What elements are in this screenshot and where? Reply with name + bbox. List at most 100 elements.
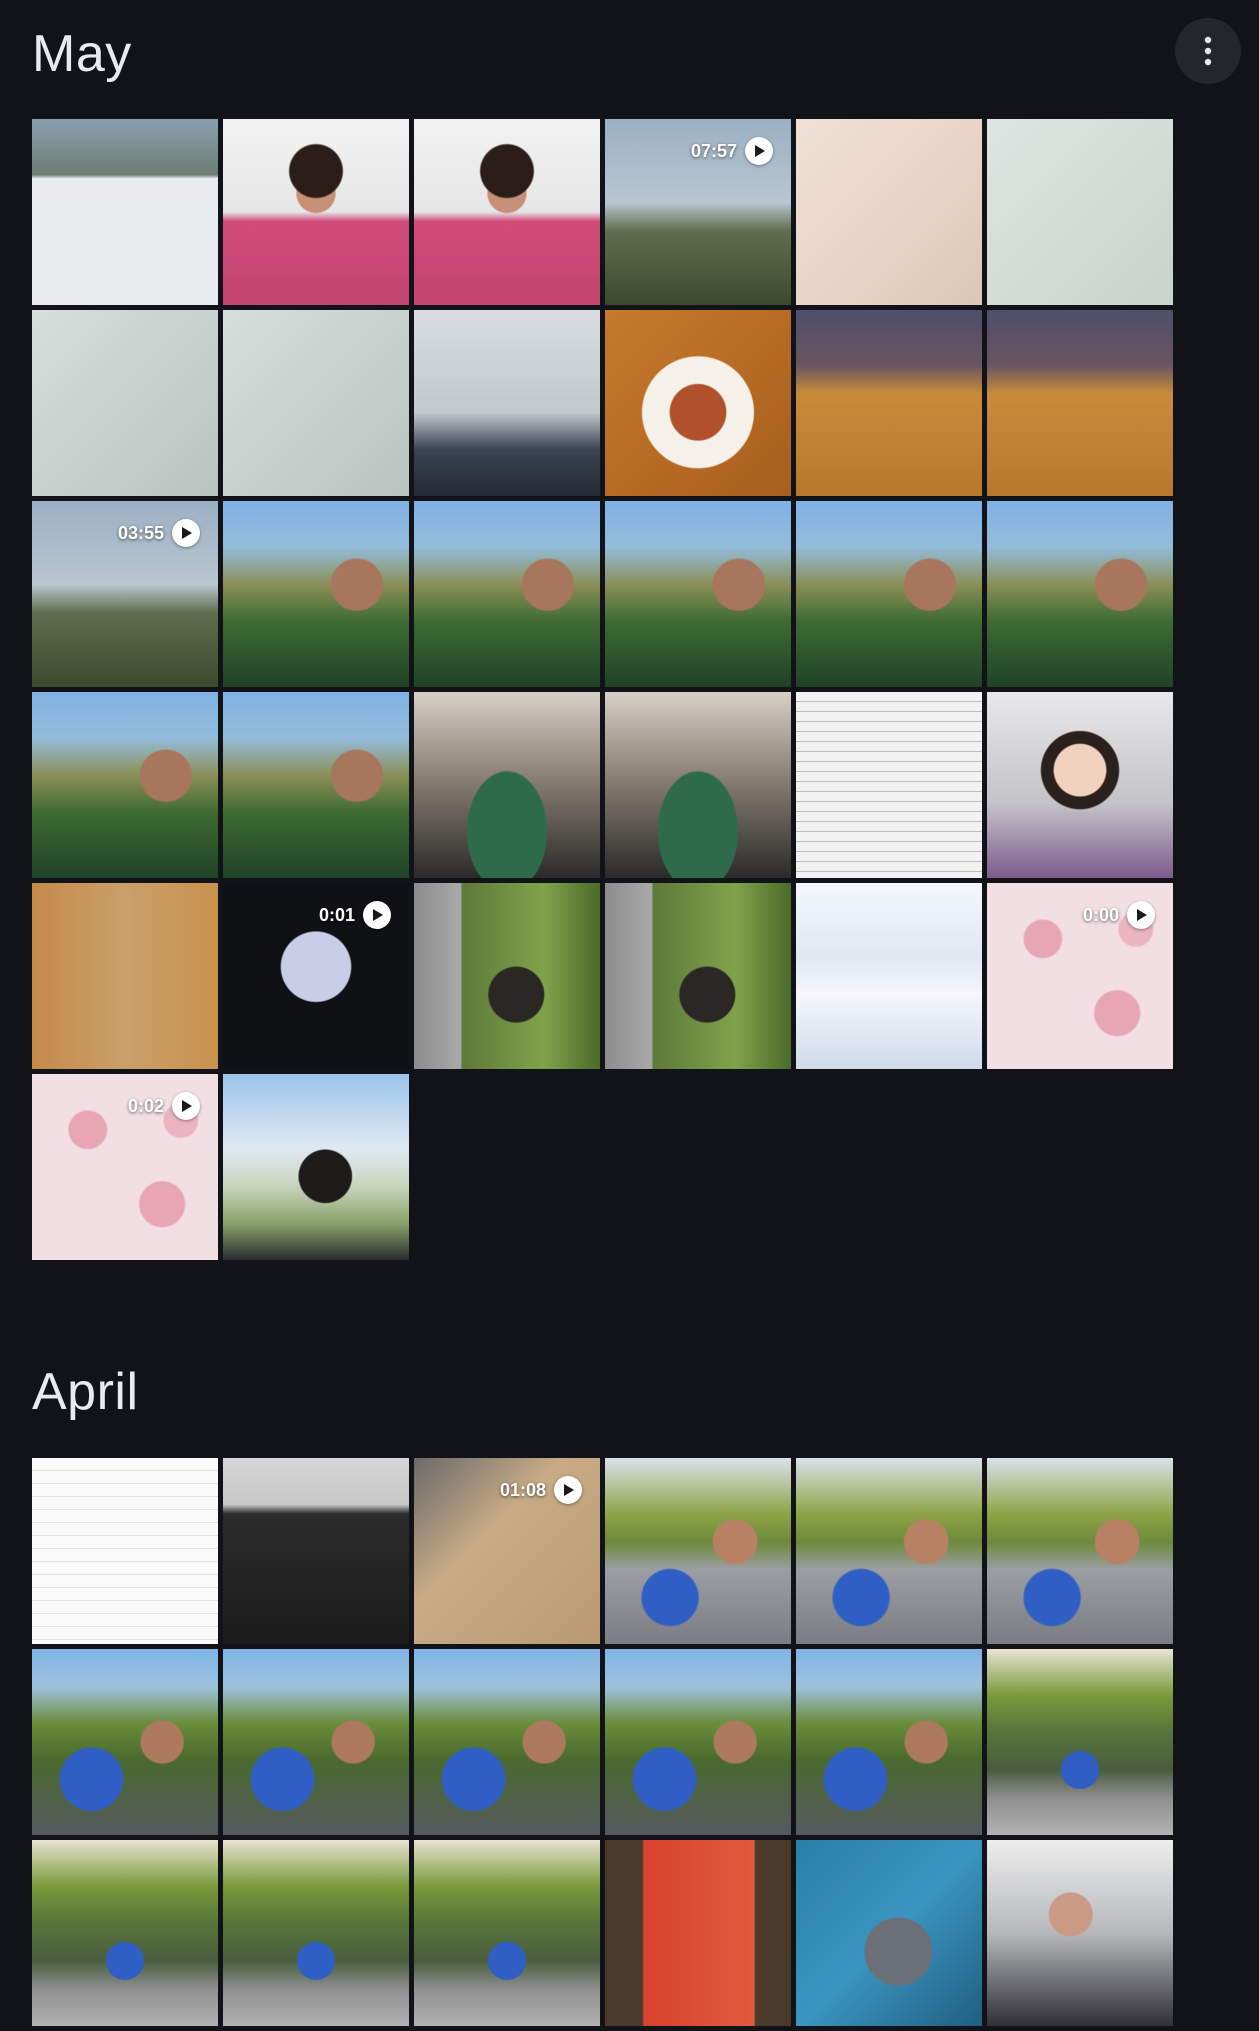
section-title-april: April — [32, 1363, 139, 1421]
video-badge: 0:02 — [128, 1092, 200, 1120]
photo-thumbnail[interactable] — [796, 310, 982, 496]
thumbnail-image — [414, 310, 600, 496]
play-icon — [172, 1092, 200, 1120]
thumbnail-image — [796, 1458, 982, 1644]
photo-thumbnail[interactable] — [796, 501, 982, 687]
thumbnail-image — [605, 1840, 791, 2026]
thumbnail-image — [223, 1458, 409, 1644]
photo-thumbnail[interactable] — [987, 1840, 1173, 2026]
photo-thumbnail[interactable] — [223, 1649, 409, 1835]
photo-thumbnail[interactable] — [223, 501, 409, 687]
thumbnail-image — [796, 692, 982, 878]
thumbnail-image — [605, 692, 791, 878]
thumbnail-image — [796, 883, 982, 1069]
thumbnail-image — [414, 883, 600, 1069]
photo-thumbnail[interactable] — [796, 1649, 982, 1835]
thumbnail-image — [32, 1458, 218, 1644]
thumbnail-image — [414, 692, 600, 878]
photo-thumbnail[interactable] — [414, 1649, 600, 1835]
thumbnail-image — [414, 501, 600, 687]
photo-thumbnail[interactable] — [987, 1649, 1173, 1835]
photo-thumbnail[interactable] — [605, 1649, 791, 1835]
photo-thumbnail[interactable] — [605, 1458, 791, 1644]
photo-thumbnail[interactable] — [796, 119, 982, 305]
photo-thumbnail[interactable] — [223, 119, 409, 305]
thumbnail-image — [796, 310, 982, 496]
thumbnail-image — [223, 119, 409, 305]
thumbnail-image — [414, 1840, 600, 2026]
video-thumbnail[interactable]: 0:01 — [223, 883, 409, 1069]
video-badge: 07:57 — [691, 137, 773, 165]
thumbnail-image — [32, 692, 218, 878]
photo-thumbnail[interactable] — [32, 1458, 218, 1644]
thumbnail-image — [796, 1649, 982, 1835]
photo-thumbnail[interactable] — [32, 1840, 218, 2026]
photo-thumbnail[interactable] — [32, 692, 218, 878]
thumbnail-image — [987, 310, 1173, 496]
photo-thumbnail[interactable] — [414, 119, 600, 305]
photo-thumbnail[interactable] — [796, 1840, 982, 2026]
photo-thumbnail[interactable] — [605, 883, 791, 1069]
photo-grid-april: 01:08 — [32, 1458, 1173, 2026]
video-duration: 0:00 — [1082, 904, 1119, 925]
thumbnail-image — [32, 883, 218, 1069]
photo-thumbnail[interactable] — [796, 883, 982, 1069]
photo-thumbnail[interactable] — [987, 119, 1173, 305]
photo-thumbnail[interactable] — [223, 692, 409, 878]
photo-thumbnail[interactable] — [414, 310, 600, 496]
photo-thumbnail[interactable] — [987, 501, 1173, 687]
photo-thumbnail[interactable] — [223, 1840, 409, 2026]
photo-thumbnail[interactable] — [223, 1458, 409, 1644]
video-thumbnail[interactable]: 0:00 — [987, 883, 1173, 1069]
thumbnail-image — [605, 1458, 791, 1644]
photos-page: May 07:57 03:55 0:01 0:00 0:02 April 01:08 — [0, 0, 1259, 2031]
photo-thumbnail[interactable] — [32, 883, 218, 1069]
section-title-may: May — [32, 25, 132, 83]
photo-thumbnail[interactable] — [796, 692, 982, 878]
video-badge: 0:00 — [1083, 901, 1155, 929]
video-duration: 0:02 — [127, 1095, 164, 1116]
thumbnail-image — [32, 1649, 218, 1835]
photo-thumbnail[interactable] — [987, 1458, 1173, 1644]
video-duration: 0:01 — [318, 904, 355, 925]
photo-thumbnail[interactable] — [32, 310, 218, 496]
photo-thumbnail[interactable] — [605, 692, 791, 878]
video-thumbnail[interactable]: 0:02 — [32, 1074, 218, 1260]
photo-thumbnail[interactable] — [987, 692, 1173, 878]
thumbnail-image — [987, 119, 1173, 305]
more-options-button[interactable] — [1175, 18, 1241, 84]
photo-thumbnail[interactable] — [223, 310, 409, 496]
thumbnail-image — [605, 883, 791, 1069]
photo-thumbnail[interactable] — [414, 501, 600, 687]
thumbnail-image — [223, 692, 409, 878]
photo-thumbnail[interactable] — [414, 1840, 600, 2026]
photo-thumbnail[interactable] — [605, 1840, 791, 2026]
video-thumbnail[interactable]: 03:55 — [32, 501, 218, 687]
thumbnail-image — [223, 1840, 409, 2026]
thumbnail-image — [414, 1649, 600, 1835]
thumbnail-image — [605, 501, 791, 687]
thumbnail-image — [414, 119, 600, 305]
video-badge: 0:01 — [319, 901, 391, 929]
thumbnail-image — [987, 1458, 1173, 1644]
video-thumbnail[interactable]: 01:08 — [414, 1458, 600, 1644]
photo-thumbnail[interactable] — [223, 1074, 409, 1260]
photo-thumbnail[interactable] — [414, 883, 600, 1069]
play-icon — [1127, 901, 1155, 929]
video-thumbnail[interactable]: 07:57 — [605, 119, 791, 305]
photo-thumbnail[interactable] — [32, 119, 218, 305]
thumbnail-image — [796, 119, 982, 305]
video-badge: 01:08 — [500, 1476, 582, 1504]
thumbnail-image — [987, 501, 1173, 687]
photo-thumbnail[interactable] — [987, 310, 1173, 496]
photo-thumbnail[interactable] — [32, 1649, 218, 1835]
photo-thumbnail[interactable] — [414, 692, 600, 878]
play-icon — [554, 1476, 582, 1504]
thumbnail-image — [987, 692, 1173, 878]
video-duration: 07:57 — [690, 140, 737, 161]
video-duration: 03:55 — [117, 522, 164, 543]
photo-thumbnail[interactable] — [796, 1458, 982, 1644]
photo-thumbnail[interactable] — [605, 310, 791, 496]
photo-thumbnail[interactable] — [605, 501, 791, 687]
thumbnail-image — [223, 310, 409, 496]
